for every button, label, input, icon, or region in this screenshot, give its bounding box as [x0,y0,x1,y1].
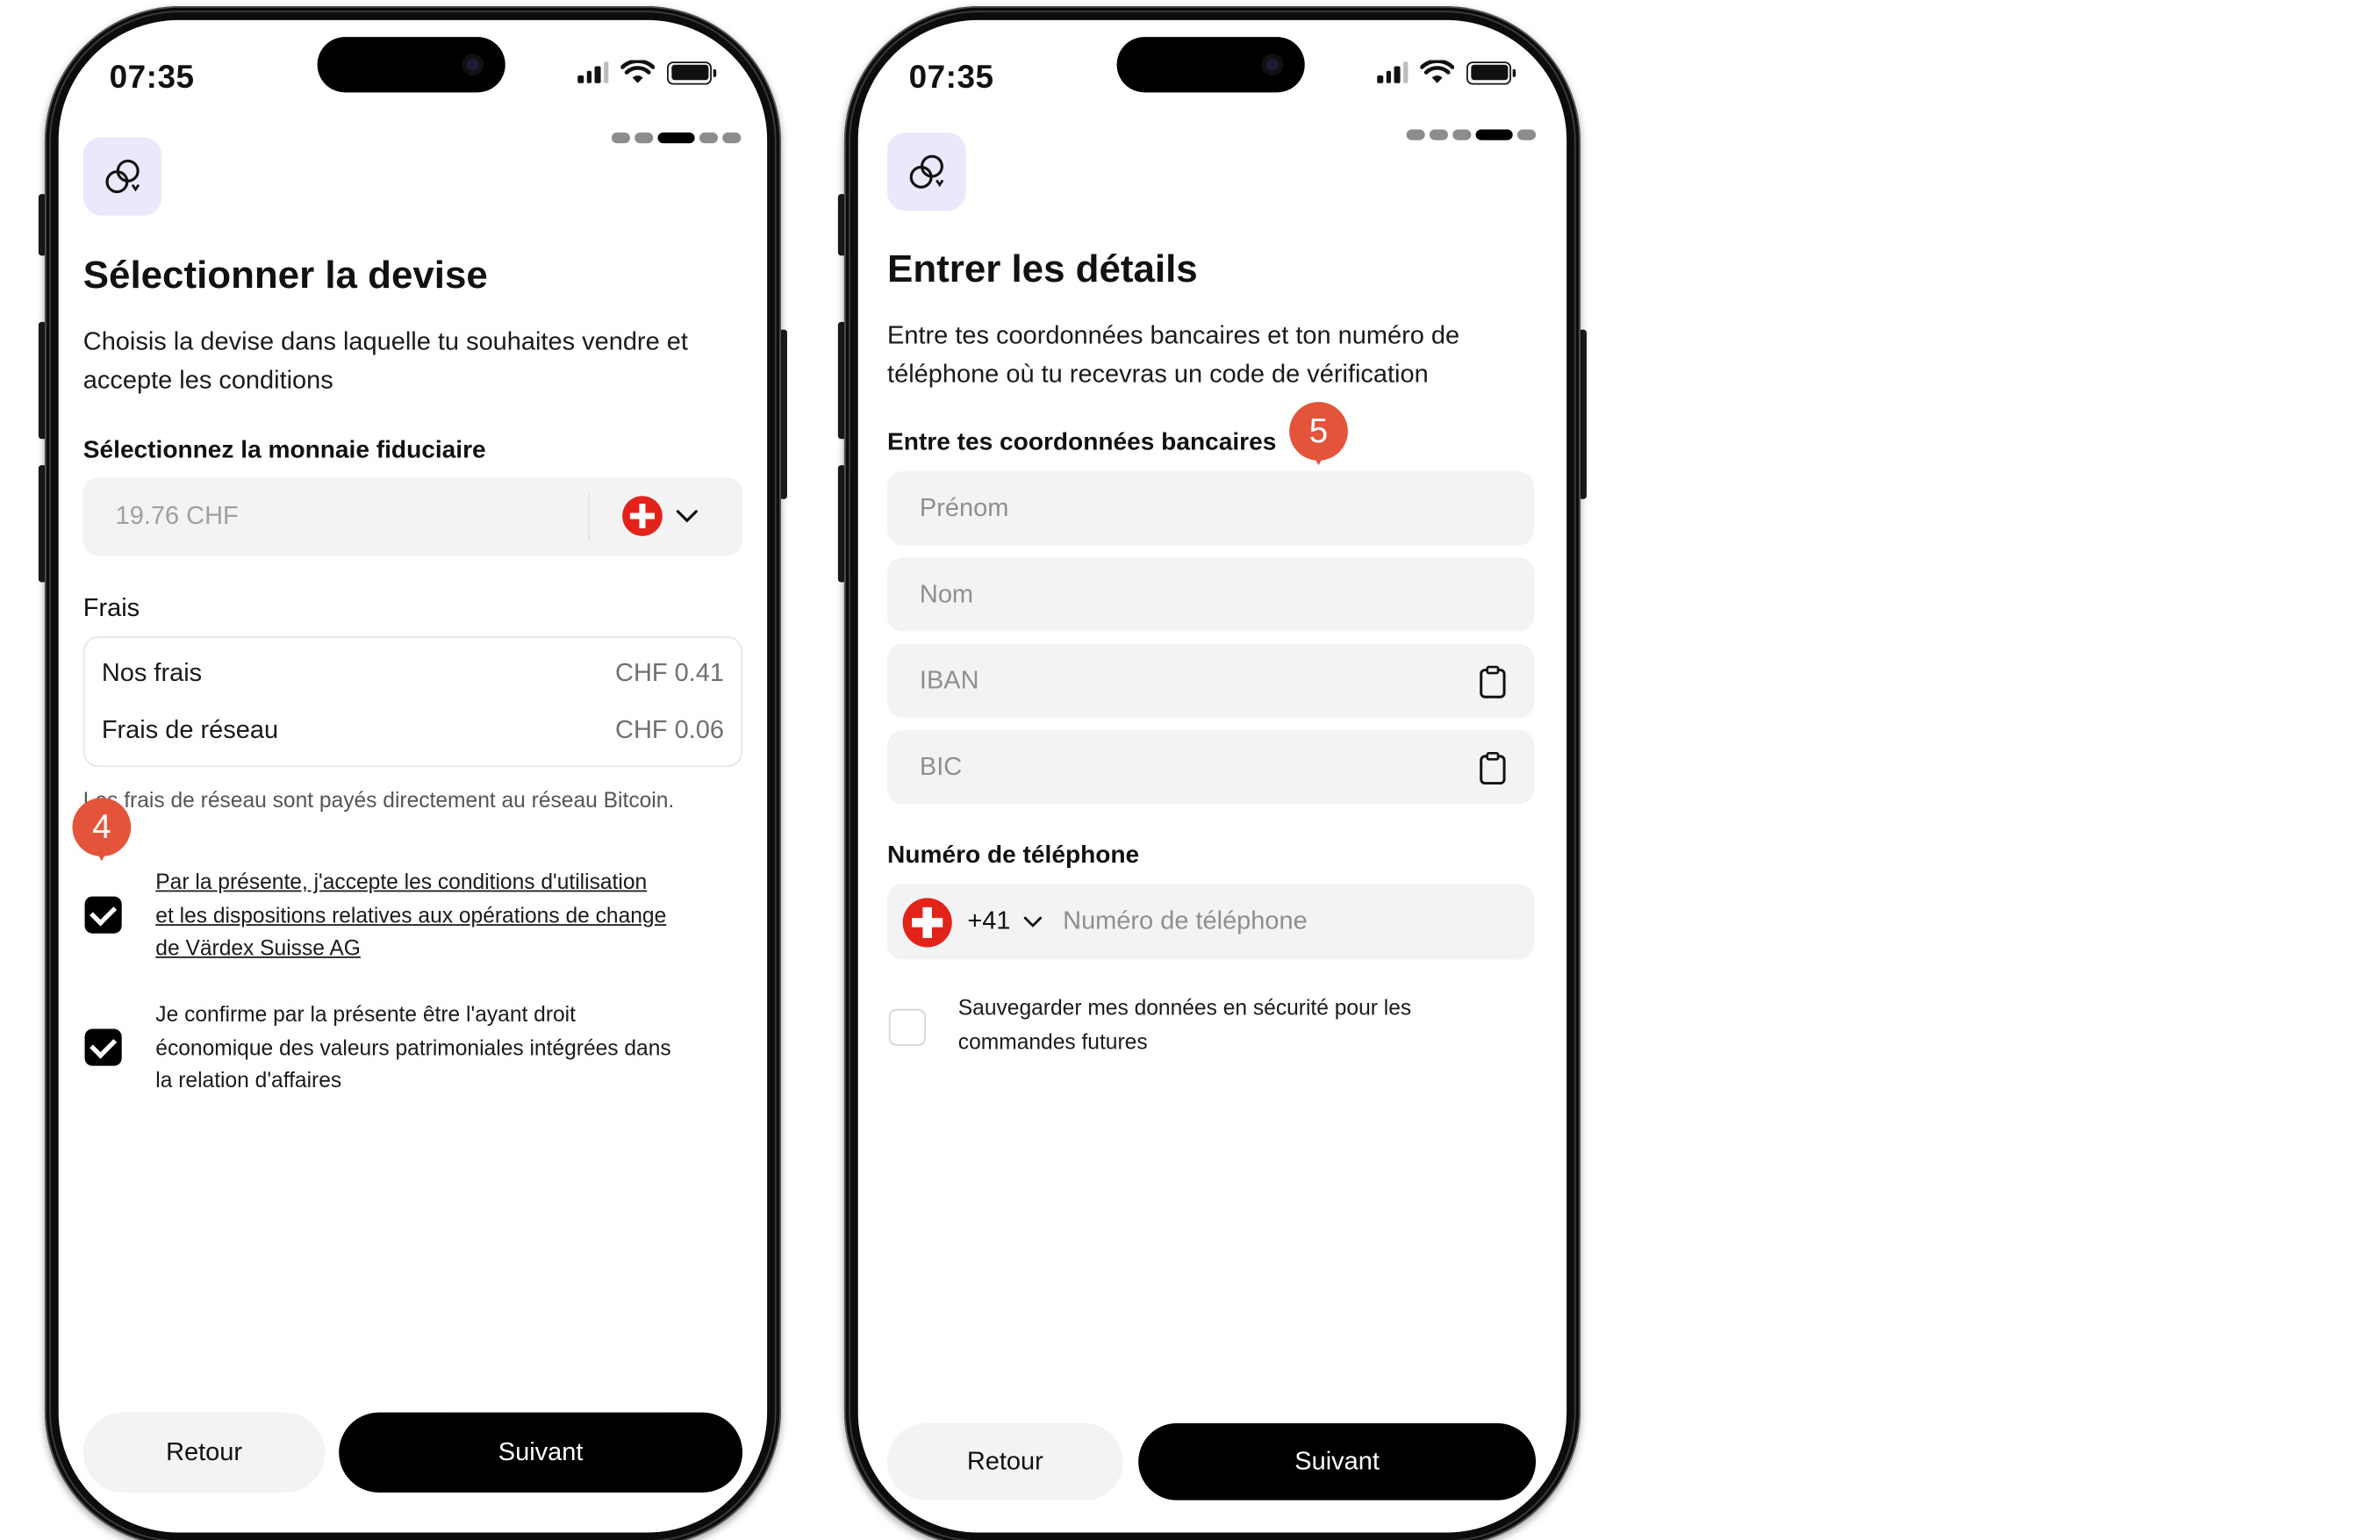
battery-icon [1466,61,1516,84]
back-button[interactable]: Retour [887,1422,1123,1501]
next-button[interactable]: Suivant [339,1412,743,1493]
annotation-marker-5: 5 [1289,402,1348,466]
terms-link[interactable]: Par la présente, j'accepte les condition… [155,865,666,964]
terms-checkbox[interactable] [84,896,122,934]
network-fee-note: Les frais de réseau sont payés directeme… [82,786,675,813]
dynamic-island [1116,37,1305,93]
page-title: Entrer les détails [887,247,1198,291]
status-icons [577,60,717,84]
exchange-icon [104,158,140,193]
annotation-marker-4: 4 [72,798,132,862]
beneficial-owner-text: Je confirme par la présente être l'ayant… [155,1000,671,1092]
bic-input[interactable]: BIC [887,730,1535,805]
step-indicator [611,132,742,144]
swiss-flag-icon [622,496,663,536]
exchange-icon [908,154,943,188]
phone-currency-step: 07:35 Sélectionner la devise Choisis la … [38,6,787,1540]
app-logo [82,137,162,216]
next-button[interactable]: Suivant [1138,1422,1537,1501]
battery-icon [667,61,717,84]
wifi-icon [1420,60,1455,83]
phone-label: Numéro de téléphone [887,842,1140,869]
screen-enter-details: 07:35 Entrer les détails Entre tes coord… [857,19,1567,1533]
cellular-signal-icon [577,61,609,83]
iban-input[interactable]: IBAN [887,643,1535,718]
cellular-signal-icon [1377,61,1409,83]
phone-number-input[interactable]: Numéro de téléphone [1063,907,1308,936]
fee-row-network-fees: Frais de réseau CHF 0.06 [101,716,724,744]
back-button[interactable]: Retour [82,1412,326,1493]
page-subtitle: Entre tes coordonnées bancaires et ton n… [887,321,1460,388]
status-time: 07:35 [109,60,195,96]
save-data-checkbox[interactable] [888,1008,926,1046]
clipboard-icon[interactable] [1479,752,1507,786]
step-indicator [1406,129,1537,140]
fees-card: Nos frais CHF 0.41 Frais de réseau CHF 0.0… [82,635,743,768]
country-code-select[interactable]: +41 [967,907,1043,936]
save-data-text: Sauvegarder mes données en sécurité pour… [957,994,1412,1053]
app-logo [887,132,966,211]
phone-details-step: 07:35 Entrer les détails Entre tes coord… [837,6,1587,1540]
chevron-down-icon[interactable] [675,506,699,525]
first-name-input[interactable]: Prénom [887,471,1535,546]
currency-label: Sélectionnez la monnaie fiduciaire [82,437,486,464]
currency-amount: 19.76 CHF [115,502,239,530]
dynamic-island [317,37,505,93]
page-subtitle: Choisis la devise dans laquelle tu souha… [82,327,688,394]
last-name-input[interactable]: Nom [887,557,1535,632]
fee-row-our-fees: Nos frais CHF 0.41 [101,659,724,687]
swiss-flag-icon [902,898,952,948]
chevron-down-icon [1023,916,1043,928]
screen-select-currency: 07:35 Sélectionner la devise Choisis la … [58,19,768,1533]
clipboard-icon[interactable] [1479,665,1507,699]
bank-details-label: Entre tes coordonnées bancaires [887,429,1277,456]
page-title: Sélectionner la devise [82,254,488,297]
currency-select[interactable]: 19.76 CHF [82,477,743,556]
status-time: 07:35 [908,60,994,96]
status-icons [1377,60,1516,84]
beneficial-owner-checkbox[interactable] [84,1028,122,1066]
wifi-icon [620,60,656,83]
phone-input-group: +41 Numéro de téléphone [887,884,1535,960]
fees-label: Frais [82,594,140,623]
